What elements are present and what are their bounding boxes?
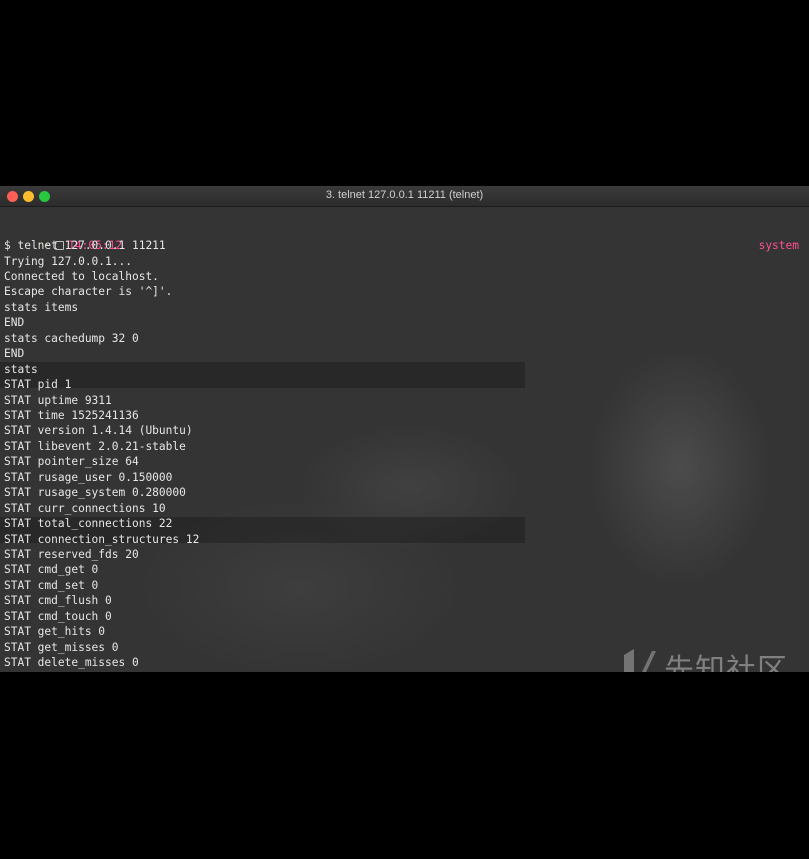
terminal-line: STAT rusage_system 0.280000 (4, 486, 186, 500)
watermark: 先知社区 (622, 645, 788, 672)
terminal-line: STAT get_hits 0 (4, 625, 106, 639)
terminal-line: STAT uptime 9311 (4, 393, 112, 407)
watermark-logo-icon (624, 649, 656, 672)
terminal-line: Escape character is '^]'. (4, 285, 173, 299)
terminal-line: STAT curr_connections 10 (4, 501, 166, 515)
terminal-line: STAT cmd_set 0 (4, 578, 99, 592)
terminal-line: Trying 127.0.0.1... (4, 254, 132, 268)
terminal-line: STAT total_connections 22 (4, 517, 173, 531)
terminal-line: STAT libevent 2.0.21-stable (4, 439, 186, 453)
terminal-line: STAT connection_structures 12 (4, 532, 200, 546)
window-title: 3. telnet 127.0.0.1 11211 (telnet) (325, 189, 484, 201)
terminal-line: stats cachedump 32 0 (4, 331, 139, 345)
terminal-line: stats items (4, 300, 79, 314)
terminal-line: STAT rusage_user 0.150000 (4, 470, 173, 484)
terminal-line: STAT reserved_fds 20 (4, 548, 139, 561)
terminal-line: Connected to localhost. (4, 269, 159, 283)
right-prompt-label: system (758, 239, 799, 252)
terminal-output[interactable]: ~14:05:12 system $ telnet 127.0.0.1 1121… (0, 207, 809, 672)
title-bar[interactable]: 3. telnet 127.0.0.1 11211 (telnet) (0, 186, 809, 207)
terminal-line: STAT pid 1 (4, 378, 72, 391)
terminal-line: STAT delete_misses 0 (4, 656, 139, 670)
prompt-line: ~14:05:12 (4, 223, 122, 252)
terminal-line: STAT get_misses 0 (4, 640, 119, 654)
watermark-text: 先知社区 (664, 653, 788, 672)
terminal-line: STAT time 1525241136 (4, 408, 139, 422)
terminal-line: END (4, 347, 25, 361)
terminal-line: STAT pointer_size 64 (4, 455, 139, 469)
terminal-line: STAT cmd_touch 0 (4, 609, 112, 623)
terminal-line: $ telnet 127.0.0.1 11211 (4, 239, 166, 252)
terminal-line: STAT cmd_get 0 (4, 563, 99, 577)
terminal-line: STAT version 1.4.14 (Ubuntu) (4, 424, 193, 438)
terminal-line: END (4, 316, 25, 330)
terminal-window: 3. telnet 127.0.0.1 11211 (telnet) ~14:0… (0, 186, 809, 672)
background-band (0, 362, 525, 388)
terminal-line: STAT cmd_flush 0 (4, 594, 112, 608)
terminal-line: stats (4, 362, 38, 376)
